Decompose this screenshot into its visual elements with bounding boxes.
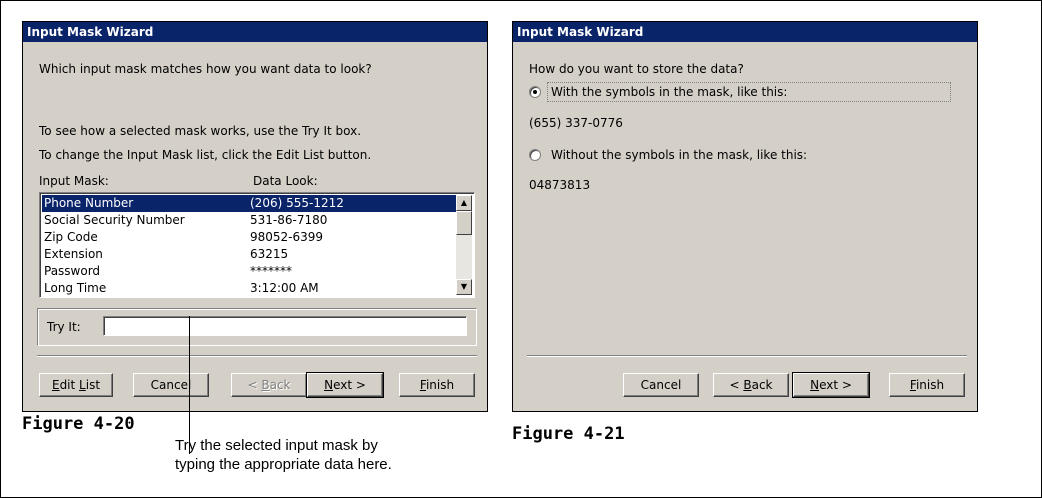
- radio-with-symbols[interactable]: [529, 86, 541, 98]
- scroll-down-icon[interactable]: ▼: [456, 279, 472, 295]
- hint-try-it: To see how a selected mask works, use th…: [39, 124, 362, 138]
- next-button[interactable]: Next >: [792, 372, 870, 398]
- scrollbar-thumb[interactable]: [456, 211, 472, 235]
- question-text: How do you want to store the data?: [529, 62, 744, 76]
- callout-text-line2: typing the appropriate data here.: [175, 456, 392, 473]
- list-item[interactable]: Extension 63215: [42, 246, 456, 263]
- back-button[interactable]: < Back: [713, 373, 789, 397]
- edit-list-button[interactable]: Edit List: [39, 373, 113, 397]
- radio-dot-icon: [533, 90, 537, 94]
- finish-button[interactable]: Finish: [399, 373, 475, 397]
- back-button[interactable]: < Back: [231, 373, 307, 397]
- list-item[interactable]: Password *******: [42, 263, 456, 280]
- try-it-label: Try It:: [47, 320, 81, 334]
- column-header-input-mask: Input Mask:: [39, 174, 109, 188]
- column-header-data-look: Data Look:: [253, 174, 318, 188]
- question-text: Which input mask matches how you want da…: [39, 62, 372, 76]
- option-without-symbols-label[interactable]: Without the symbols in the mask, like th…: [551, 148, 807, 162]
- next-button[interactable]: Next >: [306, 372, 384, 398]
- figure-caption-left: Figure 4-20: [22, 414, 135, 434]
- scroll-up-icon[interactable]: ▲: [456, 195, 472, 211]
- input-mask-list[interactable]: Phone Number (206) 555-1212 Social Secur…: [39, 192, 475, 298]
- dialog-title: Input Mask Wizard: [513, 22, 977, 42]
- figure-caption-right: Figure 4-21: [512, 424, 625, 444]
- list-item[interactable]: Long Time 3:12:00 AM: [42, 280, 456, 297]
- cancel-button[interactable]: Cancel: [133, 373, 209, 397]
- list-item[interactable]: Social Security Number 531-86-7180: [42, 212, 456, 229]
- finish-button[interactable]: Finish: [889, 373, 965, 397]
- separator: [527, 355, 967, 357]
- option-with-symbols-label[interactable]: With the symbols in the mask, like this:: [551, 85, 787, 99]
- callout-text-line1: Try the selected input mask by: [175, 437, 378, 454]
- cancel-button[interactable]: Cancel: [623, 373, 699, 397]
- dialog-title: Input Mask Wizard: [23, 22, 487, 42]
- list-item[interactable]: Phone Number (206) 555-1212: [41, 194, 457, 213]
- input-mask-wizard-step2: Input Mask Wizard How do you want to sto…: [512, 21, 978, 412]
- vertical-scrollbar[interactable]: ▲ ▼: [456, 195, 472, 295]
- edit-list-label-rest: dit: [59, 378, 80, 392]
- input-mask-wizard-step1: Input Mask Wizard Which input mask match…: [22, 21, 488, 412]
- radio-without-symbols[interactable]: [529, 149, 541, 161]
- option-without-symbols-example: 04873813: [529, 178, 591, 192]
- separator: [37, 355, 477, 357]
- option-with-symbols-example: (655) 337-0776: [529, 116, 623, 130]
- list-item[interactable]: Zip Code 98052-6399: [42, 229, 456, 246]
- try-it-input[interactable]: [103, 316, 467, 336]
- hint-edit-list: To change the Input Mask list, click the…: [39, 148, 372, 162]
- callout-line: [189, 316, 190, 454]
